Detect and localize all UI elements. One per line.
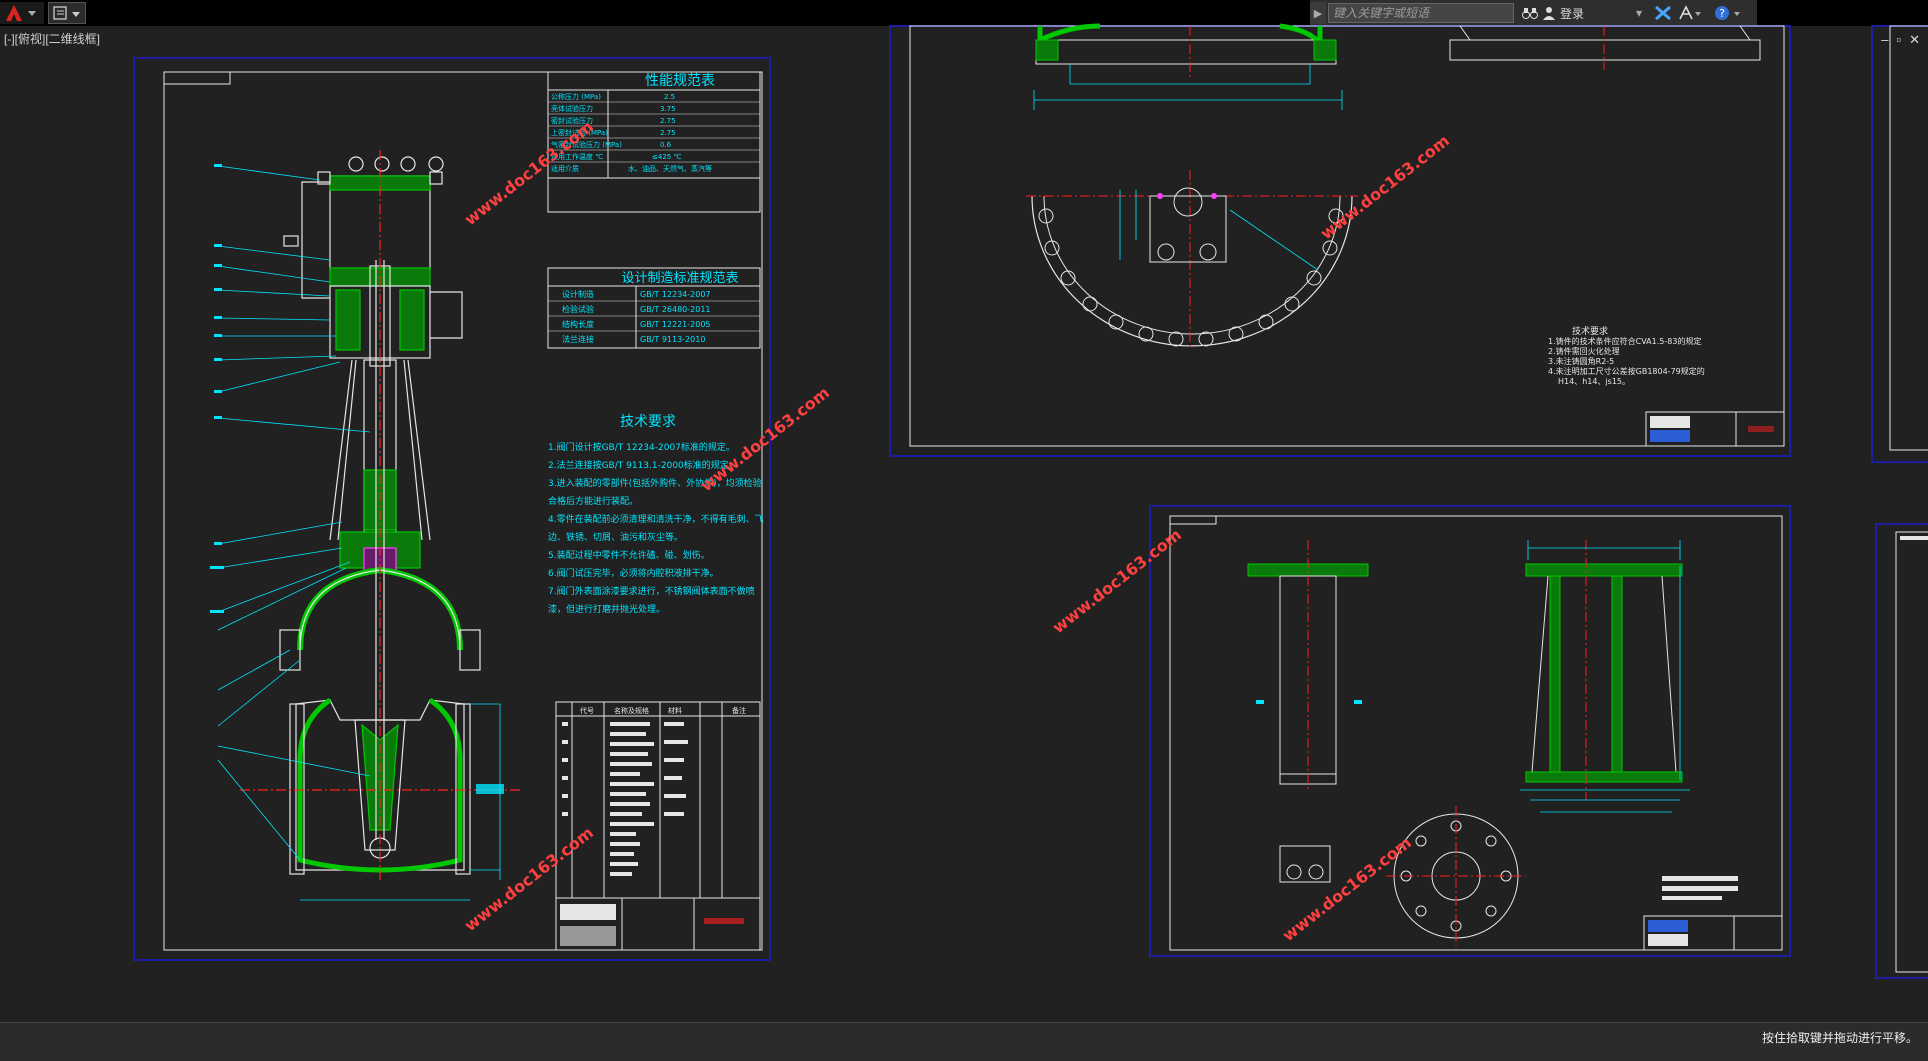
- svg-text:名称及规格: 名称及规格: [614, 706, 649, 715]
- svg-text:公称压力 (MPa): 公称压力 (MPa): [551, 92, 601, 101]
- svg-text:1.铸件的技术条件应符合CVA1.5-83的规定: 1.铸件的技术条件应符合CVA1.5-83的规定: [1548, 336, 1701, 346]
- status-message: 按住拾取键并拖动进行平移。: [1761, 1031, 1918, 1045]
- svg-text:边、铁锈、切屑、油污和灰尘等。: 边、铁锈、切屑、油污和灰尘等。: [548, 531, 683, 543]
- gate-valve-assembly-drawing: [210, 150, 520, 901]
- svg-text:壳体试验压力: 壳体试验压力: [551, 104, 593, 113]
- svg-text:≤425 ℃: ≤425 ℃: [652, 153, 681, 161]
- svg-text:4.未注明加工尺寸公差按GB1804-79规定的: 4.未注明加工尺寸公差按GB1804-79规定的: [1548, 366, 1705, 376]
- svg-text:GB/T 9113-2010: GB/T 9113-2010: [640, 335, 705, 344]
- svg-text:4.零件在装配前必须清理和清洗干净，不得有毛刺、飞: 4.零件在装配前必须清理和清洗干净，不得有毛刺、飞: [548, 513, 764, 525]
- svg-text:GB/T 12234-2007: GB/T 12234-2007: [640, 290, 711, 299]
- svg-text:3.75: 3.75: [660, 105, 676, 113]
- drawing-canvas[interactable]: 性能规范表 公称压力 (MPa) 2.5 壳体试验压力 3.75 密封试验压力 2.7…: [0, 0, 1928, 1022]
- perf-table-title: 性能规范表: [645, 72, 715, 89]
- svg-text:技术要求: 技术要求: [620, 414, 676, 430]
- svg-text:www.doc163.com: www.doc163.com: [1279, 833, 1415, 945]
- svg-text:代号: 代号: [580, 706, 594, 715]
- svg-text:5.装配过程中零件不允许磕、碰、划伤。: 5.装配过程中零件不允许磕、碰、划伤。: [548, 549, 710, 561]
- standards-table: 设计制造标准规范表 设计制造 GB/T 12234-2007 检验试验 GB/T 2…: [547, 267, 761, 349]
- svg-text:适用介质: 适用介质: [551, 164, 579, 173]
- tech-requirements-sheet1: 技术要求 1.阀门设计按GB/T 12234-2007标准的规定。 2.法兰连接…: [548, 414, 764, 615]
- svg-text:www.doc163.com: www.doc163.com: [1317, 131, 1453, 243]
- svg-text:设计制造: 设计制造: [562, 289, 594, 299]
- svg-text:检验试验: 检验试验: [562, 304, 594, 314]
- svg-text:1.阀门设计按GB/T 12234-2007标准的规定。: 1.阀门设计按GB/T 12234-2007标准的规定。: [548, 441, 735, 453]
- watermark-layer: www.doc163.com www.doc163.com www.doc163…: [461, 117, 1453, 945]
- svg-text:2.75: 2.75: [660, 129, 676, 137]
- svg-text:www.doc163.com: www.doc163.com: [697, 383, 833, 495]
- svg-text:3.进入装配的零部件(包括外购件、外协件)，均须检验: 3.进入装配的零部件(包括外购件、外协件)，均须检验: [548, 477, 762, 489]
- status-bar: 按住拾取键并拖动进行平移。: [0, 1022, 1928, 1061]
- std-table-title: 设计制造标准规范表: [621, 271, 738, 286]
- svg-text:7.阀门外表面涂漆要求进行，不锈钢阀体表面不做喷: 7.阀门外表面涂漆要求进行，不锈钢阀体表面不做喷: [548, 585, 755, 597]
- svg-text:法兰连接: 法兰连接: [562, 334, 594, 344]
- svg-text:2.铸件需回火化处理: 2.铸件需回火化处理: [1548, 346, 1620, 356]
- svg-text:0.6: 0.6: [660, 141, 672, 149]
- svg-text:材料: 材料: [668, 706, 682, 715]
- svg-text:技术要求: 技术要求: [1572, 325, 1608, 337]
- svg-text:2.75: 2.75: [660, 117, 676, 125]
- svg-text:2.5: 2.5: [664, 93, 675, 101]
- svg-text:水、油品、天然气、蒸汽等: 水、油品、天然气、蒸汽等: [628, 164, 712, 173]
- sheet-1: 性能规范表 公称压力 (MPa) 2.5 壳体试验压力 3.75 密封试验压力 2.7…: [133, 57, 771, 961]
- svg-text:www.doc163.com: www.doc163.com: [1049, 525, 1185, 637]
- svg-text:3.未注铸圆角R2-5: 3.未注铸圆角R2-5: [1548, 356, 1614, 366]
- sheet-2: 技术要求 1.铸件的技术条件应符合CVA1.5-83的规定 2.铸件需回火化处理…: [889, 23, 1791, 457]
- tech-requirements-sheet2: 技术要求 1.铸件的技术条件应符合CVA1.5-83的规定 2.铸件需回火化处理…: [1548, 325, 1705, 386]
- partial-sheets-right: [1871, 25, 1928, 979]
- svg-text:H14、h14、js15。: H14、h14、js15。: [1558, 377, 1630, 386]
- svg-text:结构长度: 结构长度: [562, 319, 594, 329]
- sheet-3: [1149, 505, 1791, 957]
- svg-text:GB/T 12221-2005: GB/T 12221-2005: [640, 320, 711, 329]
- svg-text:备注: 备注: [732, 706, 746, 715]
- svg-text:合格后方能进行装配。: 合格后方能进行装配。: [548, 495, 638, 507]
- svg-text:漆，但进行打磨并抛光处理。: 漆，但进行打磨并抛光处理。: [548, 603, 665, 615]
- svg-text:GB/T 26480-2011: GB/T 26480-2011: [640, 305, 711, 314]
- flange-bolt-holes: [1038, 208, 1344, 347]
- svg-text:6.阀门试压完毕，必须将内腔积液排干净。: 6.阀门试压完毕，必须将内腔积液排干净。: [548, 567, 719, 579]
